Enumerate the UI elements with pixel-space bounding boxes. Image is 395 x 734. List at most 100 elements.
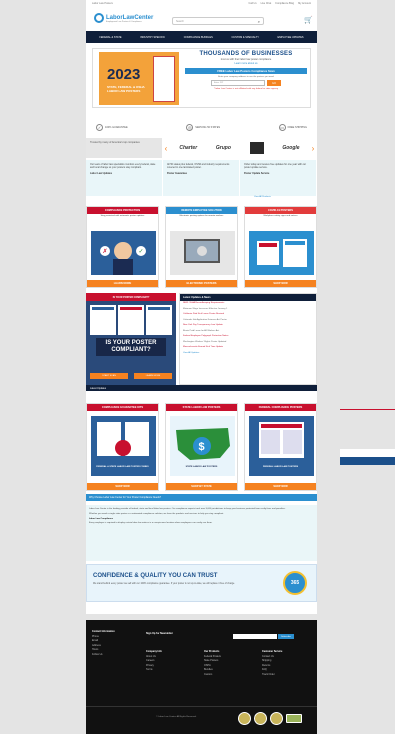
category-caption: STATE LABOR LAW POSTERS xyxy=(185,466,218,468)
info-link[interactable]: Poster Guarantee xyxy=(167,172,235,175)
category-title: State Labor Law Posters xyxy=(166,404,237,411)
footer-link[interactable]: Terms xyxy=(146,668,162,673)
cart-icon[interactable]: 🛒 xyxy=(304,16,313,24)
footer-col-products: Our Products Federal Posters State Poste… xyxy=(204,650,221,678)
header: LaborLawCenter Employment Law Posters & … xyxy=(86,7,317,31)
hero-image[interactable]: 2023 STATE, FEDERAL & OSHA LABOR LAW POS… xyxy=(99,52,179,105)
client-logo: Charter xyxy=(179,145,198,151)
search-icon[interactable]: ⌕ xyxy=(258,19,260,24)
newsletter-input[interactable] xyxy=(233,634,277,639)
topbar-link[interactable]: Labor Law Posters xyxy=(92,2,113,5)
card-title: Covid-19 Posters xyxy=(245,207,316,214)
category-title: Compliance Guarantee Kits xyxy=(87,404,158,411)
news-panel: Latest Updates & News NEW OSHA Recordkee… xyxy=(179,293,317,385)
hero-description: Enter your company address to see the po… xyxy=(218,76,274,78)
subscribe-button[interactable]: Subscribe xyxy=(278,634,294,639)
feature-item: ✓ 100% GUARANTEE xyxy=(96,123,128,131)
footer-col-company: Company Info About Us Careers Privacy Te… xyxy=(146,650,162,673)
category-card[interactable]: Compliance Guarantee Kits FEDERAL & STAT… xyxy=(86,403,159,491)
footer-divider xyxy=(86,706,317,707)
side-tab xyxy=(340,449,395,465)
hero-image-text: STATE, FEDERAL & OSHA LABOR LAW POSTERS xyxy=(107,85,145,93)
about-paragraph: Labor Law Center is the leading provider… xyxy=(89,508,286,510)
copyright: © Labor Law Center. All Rights Reserved. xyxy=(156,716,197,718)
trust-banner: CONFIDENCE & QUALITY YOU CAN TRUST We st… xyxy=(86,564,317,602)
nav-item[interactable]: Compliance Bundles xyxy=(184,36,213,39)
hero-note: *Labor Law Center is not affiliated with… xyxy=(213,88,279,90)
topbar-link[interactable]: Compliance Blog xyxy=(275,2,294,5)
badge-icon xyxy=(286,714,302,723)
remote-illustration xyxy=(170,231,235,275)
search-input[interactable]: Search ⌕ xyxy=(172,17,264,25)
client-logos: Charter Grupo Google xyxy=(170,142,309,154)
zip-form: Enter ZIP GO xyxy=(185,80,307,86)
card-button[interactable]: ELECTRONIC POSTERS xyxy=(166,280,237,287)
chevron-left-icon[interactable]: ‹ xyxy=(162,138,170,158)
nav-item[interactable]: Federal & State xyxy=(99,36,121,39)
clients-strip: Trusted by many of America's top compani… xyxy=(86,138,317,158)
promo-card[interactable]: Remote Employee Solution Electronic post… xyxy=(165,206,238,288)
footer-link[interactable]: Custom xyxy=(204,673,221,678)
svg-text:✓: ✓ xyxy=(139,249,144,255)
category-caption: FEDERAL & STATE LABOR LAW POSTER COMBO xyxy=(96,466,149,468)
zip-input[interactable]: Enter ZIP xyxy=(211,80,265,86)
go-button[interactable]: GO xyxy=(267,80,281,86)
info-link[interactable]: Labor Law Updates xyxy=(90,172,158,175)
category-button[interactable]: SHOP BY STATE xyxy=(166,483,237,490)
category-card[interactable]: Federal Compliance Posters FEDERAL LABOR… xyxy=(244,403,317,491)
about-text: Labor Law Center is the leading provider… xyxy=(86,505,317,561)
news-view-all[interactable]: View All Updates xyxy=(180,351,316,357)
truck-icon: ▭ xyxy=(278,123,286,131)
category-button[interactable]: SHOP NOW xyxy=(87,483,158,490)
info-column: Our team of labor law specialists monito… xyxy=(86,160,163,196)
hero-subtitle: trust us with their labor law poster com… xyxy=(220,58,272,61)
view-all-link[interactable]: View All Products xyxy=(254,196,271,198)
footer-col-service: Customer Service Contact Us Shipping Ret… xyxy=(262,650,283,678)
logo-subtitle: Employment Law Posters & Compliance xyxy=(106,21,142,23)
hero-banner: 2023 STATE, FEDERAL & OSHA LABOR LAW POS… xyxy=(92,48,311,108)
footer-link[interactable]: Follow Us xyxy=(92,653,115,658)
compliance-promo[interactable]: IS YOUR POSTER COMPLIANT? IS YOUR POSTER… xyxy=(86,293,176,385)
chevron-right-icon[interactable]: › xyxy=(309,138,317,158)
topbar-link[interactable]: My Account xyxy=(298,2,311,5)
page: Labor Law Posters Call Us Live Chat Comp… xyxy=(86,0,317,614)
newsletter-title: Sign Up for Newsletter xyxy=(146,632,173,635)
topbar-link[interactable]: Call Us xyxy=(249,2,257,5)
about-paragraph: Whether you need a single state poster o… xyxy=(89,513,224,516)
category-title: Federal Compliance Posters xyxy=(245,404,316,411)
badge-icon xyxy=(254,712,267,725)
hero-link[interactable]: Learn more about us xyxy=(185,62,307,65)
nav-item[interactable]: Employee Updates xyxy=(278,36,304,39)
card-text: Workplace safety signs and notices xyxy=(263,215,298,217)
card-button[interactable]: SHOP NOW xyxy=(245,280,316,287)
logo[interactable]: LaborLawCenter Employment Law Posters & … xyxy=(94,13,153,23)
compliance-illustration: ✗ ✓ xyxy=(91,231,156,275)
category-card[interactable]: State Labor Law Posters $ STATE LABOR LA… xyxy=(165,403,238,491)
category-button[interactable]: SHOP NOW xyxy=(245,483,316,490)
shield-icon: ✓ xyxy=(96,123,103,131)
globe-icon: ◎ xyxy=(186,123,194,131)
poster-thumbnails xyxy=(90,305,172,335)
features-row: ✓ 100% GUARANTEE ◎ SERVING 50 STATES ▭ F… xyxy=(92,120,311,134)
feature-item: ◎ SERVING 50 STATES xyxy=(186,123,221,131)
promo-card[interactable]: Compliance Protection Stay protected wit… xyxy=(86,206,159,288)
trust-text: We stand behind every poster we sell wit… xyxy=(93,583,235,585)
card-text: Stay protected with automatic poster upd… xyxy=(100,215,145,217)
footer-link[interactable]: Track Order xyxy=(262,673,282,678)
compliance-bar: IS YOUR POSTER COMPLIANT? xyxy=(86,293,176,301)
footer-col-contact: Contact Information Phone Email Address … xyxy=(92,630,115,658)
start-scan-button[interactable]: START SCAN xyxy=(90,373,128,379)
news-title: Latest Updates & News xyxy=(180,294,316,301)
topbar-link[interactable]: Live Chat xyxy=(261,2,272,5)
topbar: Labor Law Posters Call Us Live Chat Comp… xyxy=(86,0,317,6)
nav-item[interactable]: Custom & Specialty xyxy=(231,36,258,39)
card-button[interactable]: LEARN MORE xyxy=(87,280,158,287)
promo-card[interactable]: Covid-19 Posters Workplace safety signs … xyxy=(244,206,317,288)
card-text: Electronic posting options for remote wo… xyxy=(179,215,224,217)
learn-more-button[interactable]: LEARN MORE xyxy=(134,373,172,379)
about-paragraph: Every employer is required to display ce… xyxy=(89,521,213,524)
hero-scan-bar: FREE Labor Law Posters Compliance Scan xyxy=(185,68,307,74)
info-link[interactable]: Poster Update Service xyxy=(244,172,312,175)
nav-item[interactable]: Industry Specific xyxy=(140,36,165,39)
compliance-question: IS YOUR POSTER COMPLIANT? xyxy=(96,338,166,356)
